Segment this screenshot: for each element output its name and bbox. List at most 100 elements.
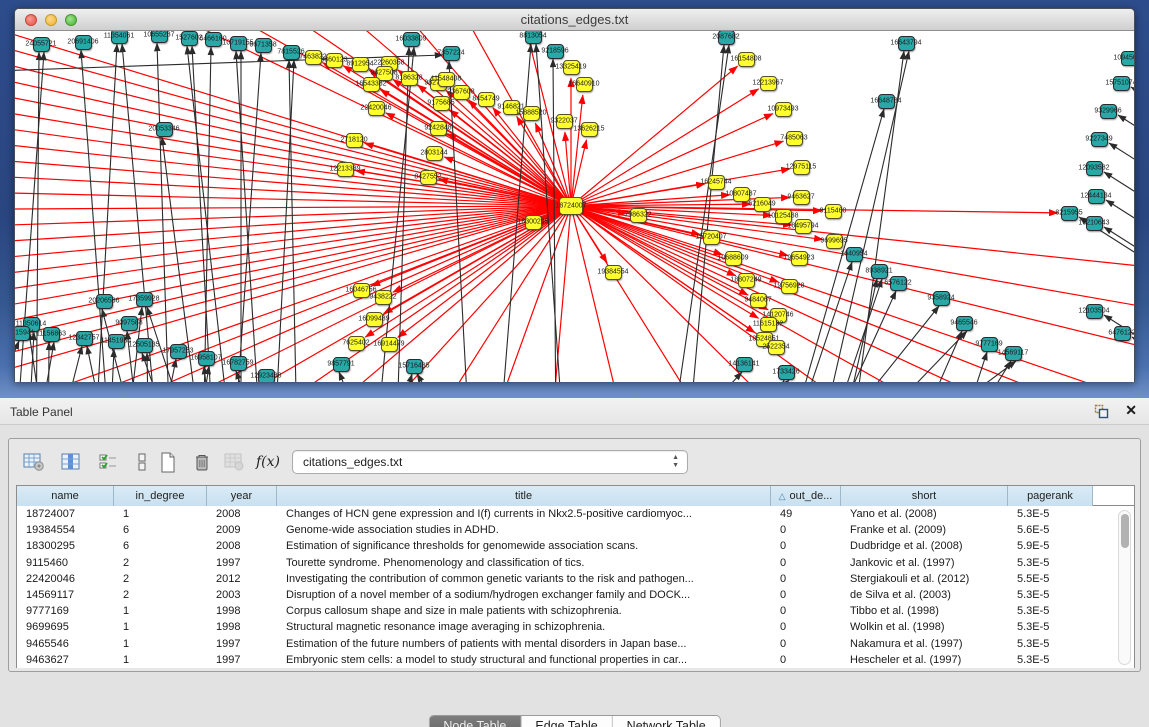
network-node[interactable]: 6216049 <box>754 197 771 212</box>
table-row[interactable]: 2242004622012Investigating the contribut… <box>17 571 1134 587</box>
network-node[interactable]: 24055721 <box>33 37 50 52</box>
network-node[interactable]: 12103504 <box>1086 304 1103 319</box>
network-node[interactable]: 2718120 <box>346 133 363 148</box>
network-node[interactable]: 10807487 <box>733 187 750 202</box>
network-node[interactable]: 9465546 <box>956 316 973 331</box>
network-node[interactable]: 6476122 <box>1114 326 1131 341</box>
network-node[interactable]: 6576122 <box>890 276 907 291</box>
network-node[interactable]: 9227349 <box>1091 132 1108 147</box>
network-node[interactable]: 6671358 <box>255 38 272 53</box>
network-node[interactable]: 12505135 <box>136 338 153 353</box>
table-row[interactable]: 977716911998Corpus callosum shape and si… <box>17 603 1134 619</box>
network-node[interactable]: 9175685 <box>433 96 450 111</box>
network-node[interactable]: 8186328 <box>401 71 418 86</box>
network-node[interactable]: 8912954 <box>352 57 369 72</box>
network-node[interactable]: 19654923 <box>791 251 808 266</box>
network-node[interactable]: 12213967 <box>760 76 777 91</box>
network-node[interactable]: 3915941 <box>15 326 30 341</box>
network-node[interactable]: 8813054 <box>525 31 542 44</box>
network-node[interactable]: 7986322 <box>630 208 647 223</box>
network-node[interactable]: 9115460 <box>825 204 842 219</box>
column-header-year[interactable]: year <box>207 486 277 506</box>
network-node[interactable]: 9699695 <box>826 234 843 249</box>
network-node[interactable]: 2087682 <box>718 31 735 45</box>
network-node[interactable]: 16046756 <box>353 283 370 298</box>
tab-network-table[interactable]: Network Table <box>613 716 720 727</box>
network-node[interactable]: 9242848 <box>430 121 447 136</box>
network-node[interactable]: 12213389 <box>337 162 354 177</box>
network-node[interactable]: 11548408 <box>438 72 455 87</box>
network-node[interactable]: 10125488 <box>775 209 792 224</box>
network-node[interactable]: 12093582 <box>1086 161 1103 176</box>
table-row[interactable]: 1872400712008Changes of HCN gene express… <box>17 506 1134 522</box>
network-node[interactable]: 9329966 <box>1100 104 1117 119</box>
network-node[interactable]: 10655287 <box>151 31 168 43</box>
network-node[interactable]: 1733426 <box>778 365 795 380</box>
table-row[interactable]: 1456911722003Disruption of a novel membe… <box>17 587 1134 603</box>
network-node[interactable]: 18724007 <box>559 197 583 215</box>
network-node[interactable]: 8454749 <box>478 92 495 107</box>
function-builder-icon[interactable]: f(x) <box>255 449 281 475</box>
network-node[interactable]: 12923488 <box>258 369 275 383</box>
network-node[interactable]: 16210643 <box>1086 216 1103 231</box>
network-node[interactable]: 14136141 <box>736 357 753 372</box>
network-node[interactable]: 7857224 <box>443 46 460 61</box>
network-node[interactable]: 9857791 <box>333 357 350 372</box>
network-node[interactable]: 12975115 <box>793 160 810 175</box>
network-node[interactable]: 11451934 <box>108 334 125 349</box>
network-node[interactable]: 1640954 <box>846 247 863 262</box>
network-node[interactable]: 11354061 <box>111 31 128 44</box>
network-node[interactable]: 9777169 <box>981 337 998 352</box>
network-node[interactable]: 2367608 <box>453 85 470 100</box>
network-node[interactable]: 7485063 <box>786 131 803 146</box>
network-node[interactable]: 7463822 <box>305 50 322 65</box>
network-node[interactable]: 13626215 <box>581 122 598 137</box>
column-header-in_degree[interactable]: in_degree <box>114 486 207 506</box>
float-window-icon[interactable] <box>1094 404 1109 419</box>
network-node[interactable]: 11156863 <box>43 327 60 342</box>
table-row[interactable]: 969969511998Structural magnetic resonanc… <box>17 619 1134 635</box>
network-node[interactable]: 10719155 <box>230 36 247 51</box>
column-header-short[interactable]: short <box>841 486 1008 506</box>
network-node[interactable]: 18300295 <box>525 215 542 230</box>
network-node[interactable]: 7625402 <box>348 336 365 351</box>
column-visibility-icon[interactable] <box>58 449 84 475</box>
network-node[interactable]: 22420046 <box>368 101 385 116</box>
table-row[interactable]: 1830029562008Estimation of significance … <box>17 538 1134 554</box>
network-node[interactable]: 11615132 <box>760 317 777 332</box>
network-node[interactable]: 15751074 <box>1113 76 1130 91</box>
network-node[interactable]: 9097588 <box>121 316 138 331</box>
network-node[interactable]: 18807249 <box>738 273 755 288</box>
network-node[interactable]: 10688609 <box>725 251 742 266</box>
network-node[interactable]: 12444134 <box>1088 189 1105 204</box>
network-node[interactable]: 6466160 <box>205 32 222 47</box>
column-header-pagerank[interactable]: pagerank <box>1008 486 1093 506</box>
vertical-scrollbar[interactable] <box>1118 510 1131 665</box>
network-node[interactable]: 16033809 <box>403 32 420 47</box>
network-node[interactable]: 16648784 <box>878 94 895 109</box>
network-node[interactable]: 10973493 <box>775 102 792 117</box>
table-row[interactable]: 911546021997Tourette syndrome. Phenomeno… <box>17 555 1134 571</box>
delete-table-icon[interactable] <box>221 449 247 475</box>
network-canvas[interactable]: 8860123891295422260358982750816543382818… <box>15 31 1134 382</box>
network-node[interactable]: 17957253 <box>170 344 187 359</box>
network-node[interactable]: 16640910 <box>576 77 593 92</box>
network-node[interactable]: 16643794 <box>898 36 915 51</box>
network-node[interactable]: 8215955 <box>1061 206 1078 221</box>
tab-edge-table[interactable]: Edge Table <box>521 716 612 727</box>
scrollbar-thumb[interactable] <box>1121 514 1129 548</box>
network-node[interactable]: 9484067 <box>750 293 767 308</box>
network-node[interactable]: 15888520 <box>523 106 540 121</box>
network-node[interactable]: 20053346 <box>156 122 173 137</box>
network-node[interactable]: 8938921 <box>871 264 888 279</box>
column-header-title[interactable]: title <box>277 486 771 506</box>
network-window-titlebar[interactable]: citations_edges.txt <box>15 9 1134 31</box>
network-node[interactable]: 14569117 <box>1005 346 1022 361</box>
delete-column-icon[interactable] <box>189 449 215 475</box>
network-node[interactable]: 17359928 <box>136 292 153 307</box>
network-node[interactable]: 16914479 <box>381 337 398 352</box>
table-select-dropdown[interactable]: citations_edges.txt ▲▼ <box>292 450 688 474</box>
table-row[interactable]: 946554611997Estimation of the future num… <box>17 636 1134 652</box>
network-node[interactable]: 15716485 <box>406 359 423 374</box>
network-node[interactable]: 12342757 <box>76 331 93 346</box>
